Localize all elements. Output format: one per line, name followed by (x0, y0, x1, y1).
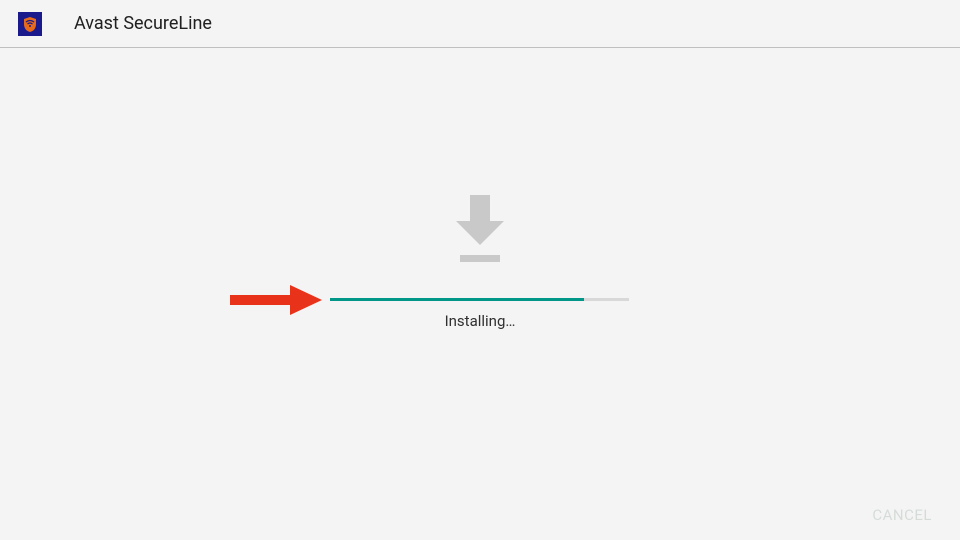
install-screen: Installing… CANCEL (0, 48, 960, 540)
install-status-text: Installing… (445, 312, 516, 330)
annotation-arrow-icon (230, 285, 322, 315)
cancel-button[interactable]: CANCEL (872, 506, 932, 524)
download-icon (452, 195, 508, 267)
progress-fill (330, 298, 584, 301)
title-bar: Avast SecureLine (0, 0, 960, 48)
app-title: Avast SecureLine (74, 13, 212, 34)
app-icon (18, 12, 42, 36)
progress-bar (330, 298, 629, 301)
